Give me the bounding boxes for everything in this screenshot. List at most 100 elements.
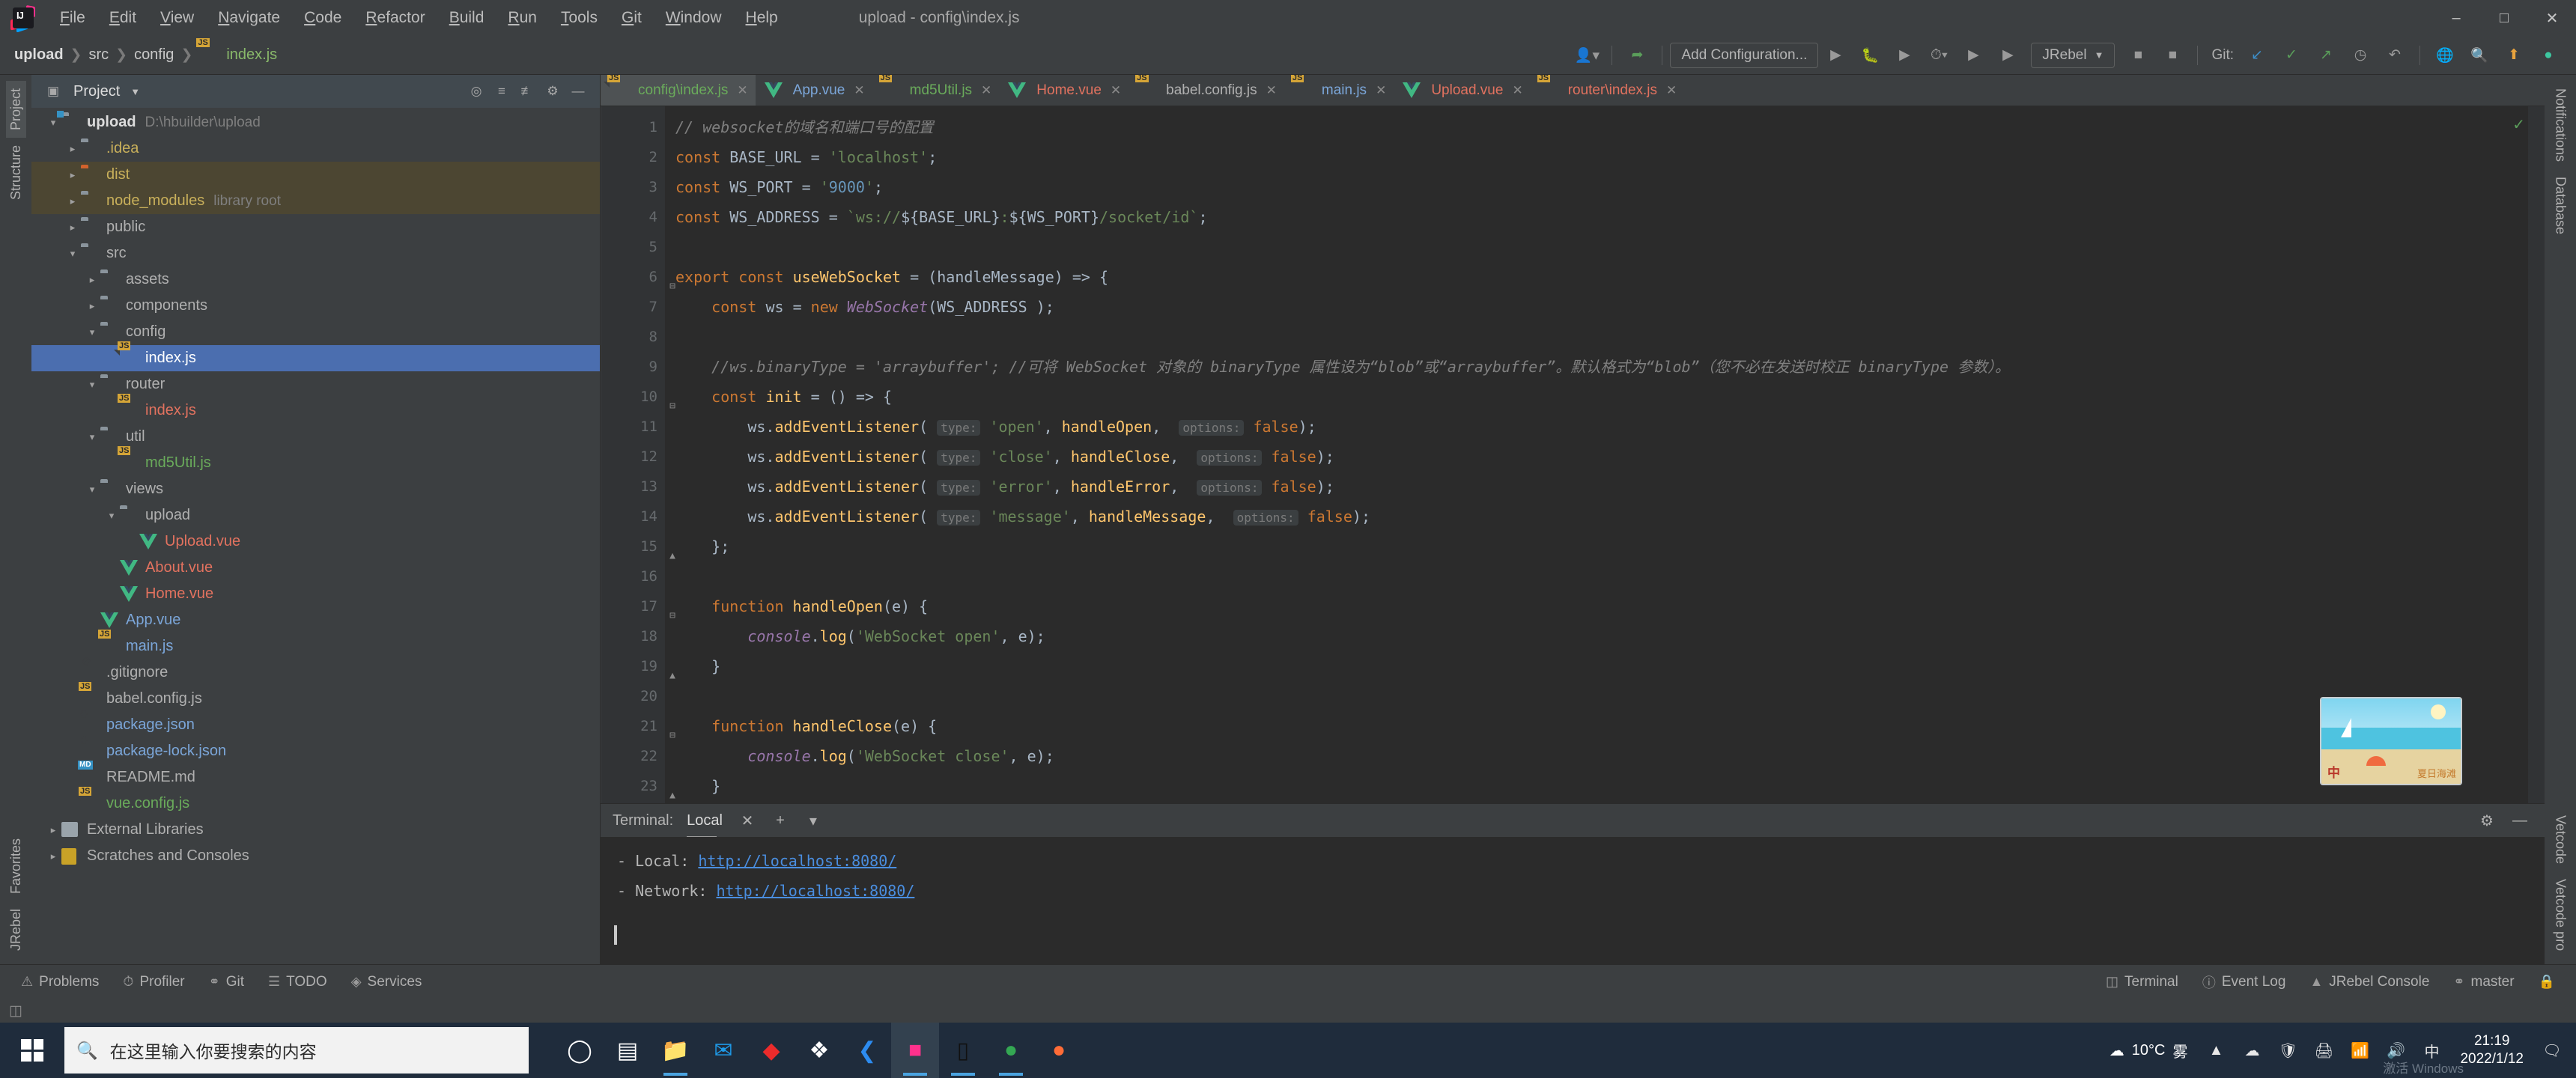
tree-row[interactable]: package.json: [31, 712, 600, 738]
close-icon[interactable]: ✕: [981, 83, 991, 98]
editor-scrollbar[interactable]: [2528, 106, 2545, 803]
taskbar-terminal-icon[interactable]: ▯: [939, 1023, 987, 1078]
tree-row[interactable]: ▸assets: [31, 267, 600, 293]
editor-tab-bar[interactable]: config\index.js✕App.vue✕md5Util.js✕Home.…: [601, 75, 2545, 106]
weather-widget[interactable]: ☁ 10°C 雾: [2099, 1040, 2199, 1062]
maximize-button[interactable]: □: [2480, 0, 2528, 36]
tree-row[interactable]: App.vue: [31, 607, 600, 633]
tree-row[interactable]: ▸Scratches and Consoles: [31, 843, 600, 869]
menu-item-file[interactable]: File: [48, 6, 97, 30]
fold-close-icon[interactable]: ▲: [665, 781, 675, 803]
status-item-jrebel-console[interactable]: ▲JRebel Console: [2297, 974, 2441, 990]
tree-row[interactable]: .gitignore: [31, 660, 600, 686]
tree-row[interactable]: package-lock.json: [31, 738, 600, 764]
google-translate-icon[interactable]: 🌐: [2430, 40, 2460, 70]
upload-icon[interactable]: ⬆: [2499, 40, 2529, 70]
taskbar-beyond-compare-icon[interactable]: ◆: [747, 1023, 795, 1078]
tree-row[interactable]: Home.vue: [31, 581, 600, 607]
fold-open-icon[interactable]: ⊟: [665, 392, 675, 421]
jrebel-debug-icon[interactable]: ▶: [1993, 40, 2023, 70]
tree-row[interactable]: babel.config.js: [31, 686, 600, 712]
tree-row[interactable]: vue.config.js: [31, 791, 600, 817]
tree-row[interactable]: ▾views: [31, 476, 600, 502]
menu-item-code[interactable]: Code: [292, 6, 353, 30]
select-opened-file-icon[interactable]: ◎: [464, 79, 489, 104]
tool-window-vetcode-pro[interactable]: Vetcode pro: [2551, 871, 2571, 958]
menu-item-git[interactable]: Git: [610, 6, 654, 30]
tool-window-notifications[interactable]: Notifications: [2551, 81, 2571, 169]
tool-window-structure[interactable]: Structure: [6, 138, 26, 207]
hide-icon[interactable]: —: [565, 79, 591, 104]
add-tab-icon[interactable]: +: [768, 808, 793, 833]
terminal-link-network[interactable]: http://localhost:8080/: [716, 882, 914, 900]
tree-expander[interactable]: ▸: [64, 169, 81, 181]
settings-icon[interactable]: ⚙: [2474, 808, 2500, 833]
profile-icon[interactable]: ⏱▾: [1924, 40, 1954, 70]
tree-row[interactable]: About.vue: [31, 555, 600, 581]
tree-expander[interactable]: ▸: [45, 824, 61, 836]
run-with-coverage-icon[interactable]: ▶: [1889, 40, 1919, 70]
tree-row[interactable]: ▾util: [31, 424, 600, 450]
close-icon[interactable]: ✕: [1111, 83, 1121, 98]
status-item-todo[interactable]: ☰TODO: [256, 974, 339, 990]
taskbar-chrome-icon[interactable]: ●: [987, 1023, 1035, 1078]
close-icon[interactable]: ✕: [1266, 83, 1277, 98]
status-item-profiler[interactable]: ⏱Profiler: [111, 974, 196, 990]
debug-icon[interactable]: 🐛: [1855, 40, 1885, 70]
menu-item-view[interactable]: View: [148, 6, 206, 30]
close-icon[interactable]: ✕: [1512, 83, 1522, 98]
tree-row[interactable]: ▸.idea: [31, 135, 600, 162]
editor-tab[interactable]: md5Util.js✕: [872, 75, 1000, 106]
update-project-icon[interactable]: ➦: [1622, 40, 1652, 70]
tree-row[interactable]: main.js: [31, 633, 600, 660]
tree-row[interactable]: ▸components: [31, 293, 600, 319]
tree-expander[interactable]: ▸: [64, 195, 81, 207]
tree-row[interactable]: ▸External Libraries: [31, 817, 600, 843]
breadcrumb-src[interactable]: src: [85, 46, 112, 64]
editor-tab[interactable]: Home.vue✕: [999, 75, 1128, 106]
tree-expander[interactable]: ▸: [45, 850, 61, 862]
inspection-ok-icon[interactable]: ✓: [2512, 115, 2525, 134]
minimize-icon[interactable]: —: [2507, 808, 2533, 833]
menu-item-navigate[interactable]: Navigate: [206, 6, 292, 30]
tree-row[interactable]: md5Util.js: [31, 450, 600, 476]
git-commit-icon[interactable]: ✓: [2276, 40, 2306, 70]
menu-item-edit[interactable]: Edit: [97, 6, 148, 30]
status-item-problems[interactable]: ⚠Problems: [9, 974, 111, 990]
taskbar-postman-icon[interactable]: ●: [1035, 1023, 1083, 1078]
editor-tab[interactable]: Upload.vue✕: [1394, 75, 1530, 106]
tree-expander[interactable]: ▾: [84, 326, 100, 338]
tree-row[interactable]: ▸dist: [31, 162, 600, 188]
jrebel-selector[interactable]: JRebel ▼: [2031, 43, 2115, 68]
close-button[interactable]: ✕: [2528, 0, 2576, 36]
tree-expander[interactable]: ▸: [84, 274, 100, 286]
editor-tab[interactable]: main.js✕: [1284, 75, 1394, 106]
search-everywhere-icon[interactable]: 🔍: [2464, 40, 2494, 70]
close-icon[interactable]: ✕: [1376, 83, 1386, 98]
taskbar-intellij-idea-icon[interactable]: ■: [891, 1023, 939, 1078]
git-push-icon[interactable]: ↗: [2311, 40, 2341, 70]
tool-window-favorites[interactable]: Favorites: [6, 831, 26, 901]
jrebel-run-icon[interactable]: ▶: [1958, 40, 1988, 70]
git-rollback-icon[interactable]: ↶: [2380, 40, 2410, 70]
show-hidden-icons-button[interactable]: ▲: [2198, 1023, 2234, 1078]
close-icon[interactable]: ✕: [737, 83, 747, 98]
status-item-event-log[interactable]: ⓘEvent Log: [2190, 972, 2298, 992]
settings-icon[interactable]: ⚙: [540, 79, 565, 104]
terminal-pane-icon[interactable]: ◫: [9, 1002, 22, 1020]
menu-item-window[interactable]: Window: [654, 6, 734, 30]
windows-start-icon[interactable]: [0, 1023, 64, 1078]
tree-expander[interactable]: ▾: [45, 117, 61, 129]
tree-row[interactable]: ▾router: [31, 371, 600, 398]
onedrive-icon[interactable]: ☁: [2234, 1023, 2270, 1078]
tab-list-icon[interactable]: ▾: [801, 808, 826, 833]
network-icon[interactable]: 📶: [2342, 1023, 2378, 1078]
terminal-tab-local[interactable]: Local: [687, 812, 727, 829]
status-item-git[interactable]: ⚭Git: [197, 974, 256, 990]
tree-expander[interactable]: ▾: [103, 510, 120, 522]
jrebel-icon[interactable]: ■: [2123, 40, 2153, 70]
editor-tab[interactable]: router\index.js✕: [1531, 75, 1685, 106]
taskbar-mail-icon[interactable]: ✉: [699, 1023, 747, 1078]
fold-close-icon[interactable]: ▲: [665, 541, 675, 571]
account-icon[interactable]: 👤▾: [1572, 40, 1602, 70]
